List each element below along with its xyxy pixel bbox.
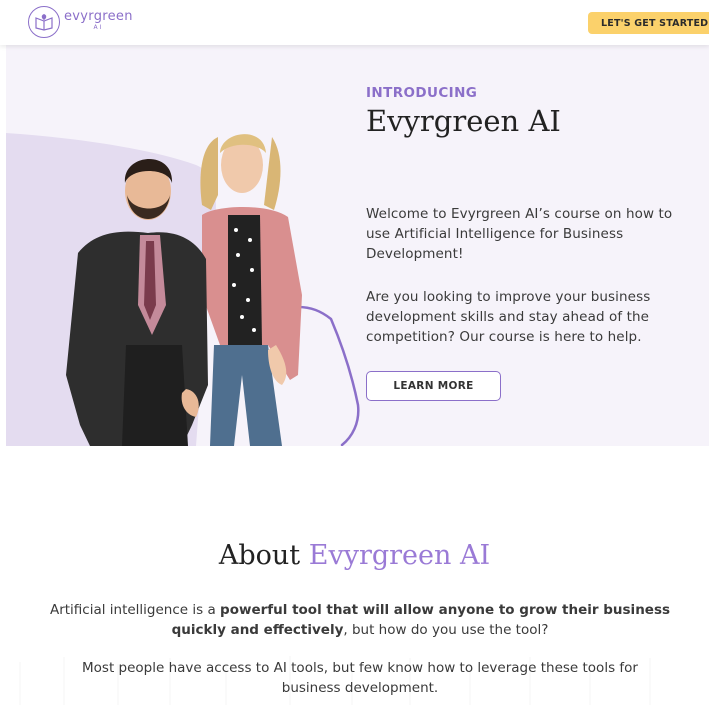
logo[interactable]: evyrgreen AI [28, 6, 133, 38]
about-p1-end: , but how do you use the tool? [343, 622, 549, 638]
book-leaf-icon [28, 6, 60, 38]
site-header: evyrgreen AI LET'S GET STARTED [0, 0, 709, 45]
get-started-button[interactable]: LET'S GET STARTED [588, 12, 709, 34]
founders-photo [66, 134, 302, 446]
hero-title: Evyrgreen AI [366, 104, 561, 138]
learn-more-button[interactable]: LEARN MORE [366, 371, 501, 401]
about-p1-start: Artificial intelligence is a [49, 602, 221, 618]
logo-subtext: AI [93, 24, 104, 31]
about-paragraph-1: Artificial intelligence is a powerful to… [40, 600, 680, 640]
hero-copy: INTRODUCING Evyrgreen AI Welcome to Evyr… [366, 85, 706, 401]
hero-paragraph-pitch: Are you looking to improve your business… [366, 289, 651, 345]
woman-figure [200, 134, 302, 446]
about-paragraph-2: Most people have access to AI tools, but… [82, 660, 638, 696]
logo-wordmark: evyrgreen [64, 9, 133, 24]
hero-paragraph-intro: Welcome to Evyrgreen AI’s course on how … [366, 206, 673, 262]
hero-eyebrow: INTRODUCING [366, 85, 478, 101]
about-title: About Evyrgreen AI [0, 540, 709, 572]
about-title-plain: About [218, 540, 301, 571]
about-section: About Evyrgreen AI Artificial intelligen… [0, 540, 709, 696]
hero-section: INTRODUCING Evyrgreen AI Welcome to Evyr… [6, 45, 709, 446]
man-figure [66, 158, 208, 446]
about-title-accent: Evyrgreen AI [308, 540, 491, 571]
